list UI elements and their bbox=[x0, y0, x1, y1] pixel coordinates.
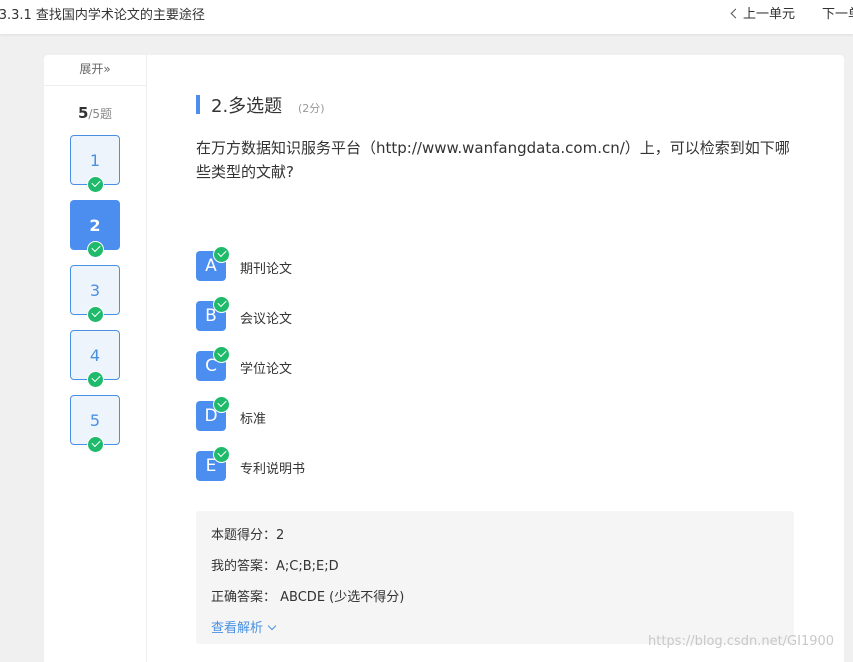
question-nav-2[interactable]: 2 bbox=[70, 200, 120, 258]
question-nav-number: 5 bbox=[89, 411, 101, 430]
unit-title: -3.3.1 查找国内学术论文的主要途径 bbox=[0, 8, 205, 23]
option-b[interactable]: B 会议论文 bbox=[196, 296, 496, 331]
prev-unit-button[interactable]: 上一单元 bbox=[730, 3, 796, 22]
check-circle-icon bbox=[87, 176, 104, 193]
option-e[interactable]: E 专利说明书 bbox=[196, 446, 496, 481]
option-c[interactable]: C 学位论文 bbox=[196, 346, 496, 381]
prev-unit-label: 上一单元 bbox=[743, 7, 796, 22]
my-answer-label: 我的答案： bbox=[211, 559, 277, 574]
check-circle-icon bbox=[213, 446, 230, 463]
chevron-down-icon bbox=[267, 621, 277, 631]
question-nav-number: 2 bbox=[89, 216, 101, 235]
question-nav-4[interactable]: 4 bbox=[70, 330, 120, 388]
question-nav-5[interactable]: 5 bbox=[70, 395, 120, 453]
score-row: 本题得分：2 bbox=[211, 524, 284, 543]
chevron-left-icon bbox=[730, 8, 741, 19]
view-analysis-link[interactable]: 查看解析 bbox=[211, 617, 277, 636]
progress-indicator: 5/5题 bbox=[44, 104, 146, 122]
check-circle-icon bbox=[87, 241, 104, 258]
check-circle-icon bbox=[87, 371, 104, 388]
correct-answer-row: 正确答案： ABCDE (少选不得分) bbox=[211, 586, 404, 605]
quiz-card: 展开» 5/5题 1 2 3 4 5 2.多选题 (2分) 在万方数据知识服务平… bbox=[44, 55, 844, 662]
check-circle-icon bbox=[213, 246, 230, 263]
option-text: 学位论文 bbox=[240, 362, 293, 377]
check-circle-icon bbox=[87, 306, 104, 323]
question-panel: 2.多选题 (2分) 在万方数据知识服务平台（http://www.wanfan… bbox=[196, 55, 794, 662]
question-text: 在万方数据知识服务平台（http://www.wanfangdata.com.c… bbox=[196, 139, 790, 181]
option-a[interactable]: A 期刊论文 bbox=[196, 246, 496, 281]
option-text: 会议论文 bbox=[240, 312, 293, 327]
check-circle-icon bbox=[87, 436, 104, 453]
my-answer-row: 我的答案：A;C;B;E;D bbox=[211, 555, 339, 574]
question-sidebar: 展开» 5/5题 1 2 3 4 5 bbox=[44, 55, 147, 662]
question-nav-number: 1 bbox=[89, 151, 101, 170]
view-analysis-label: 查看解析 bbox=[211, 621, 264, 636]
expand-button[interactable]: 展开» bbox=[44, 55, 146, 86]
question-nav-3[interactable]: 3 bbox=[70, 265, 120, 323]
check-circle-icon bbox=[213, 396, 230, 413]
option-text: 期刊论文 bbox=[240, 262, 293, 277]
top-bar: -3.3.1 查找国内学术论文的主要途径 上一单元 下一单 bbox=[0, 0, 853, 34]
question-nav-1[interactable]: 1 bbox=[70, 135, 120, 193]
question-nav-number: 4 bbox=[89, 346, 101, 365]
question-nav-number: 3 bbox=[89, 281, 101, 300]
option-text: 标准 bbox=[240, 412, 267, 427]
score-value: 2 bbox=[276, 528, 285, 543]
option-text: 专利说明书 bbox=[240, 462, 306, 477]
option-d[interactable]: D 标准 bbox=[196, 396, 496, 431]
next-unit-button[interactable]: 下一单 bbox=[822, 3, 853, 22]
progress-current: 5 bbox=[77, 104, 89, 122]
correct-answer-value: ABCDE (少选不得分) bbox=[276, 590, 405, 605]
score-label: 本题得分： bbox=[211, 528, 277, 543]
question-title: 2.多选题 bbox=[211, 96, 283, 117]
title-accent-bar bbox=[196, 95, 200, 114]
result-panel: 本题得分：2 我的答案：A;C;B;E;D 正确答案： ABCDE (少选不得分… bbox=[196, 511, 794, 644]
correct-answer-label: 正确答案： bbox=[211, 590, 277, 605]
check-circle-icon bbox=[213, 346, 230, 363]
question-score: (2分) bbox=[298, 102, 325, 115]
check-circle-icon bbox=[213, 296, 230, 313]
watermark: https://blog.csdn.net/GI1900 bbox=[648, 634, 835, 649]
progress-total: /5题 bbox=[88, 107, 113, 121]
my-answer-value: A;C;B;E;D bbox=[276, 559, 339, 574]
